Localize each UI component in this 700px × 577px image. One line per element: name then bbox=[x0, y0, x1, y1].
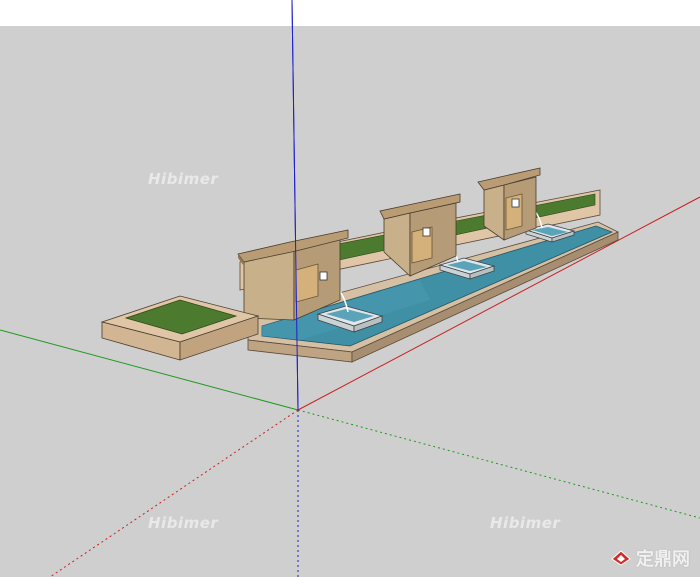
sky-band bbox=[0, 0, 700, 26]
brand-logo-icon bbox=[611, 550, 631, 566]
brand-text: 定鼎网 bbox=[636, 549, 690, 570]
brand-logo: 定鼎网 bbox=[610, 545, 690, 571]
watermark-3: Hibimer bbox=[490, 514, 561, 532]
model-viewport[interactable] bbox=[0, 0, 700, 577]
watermark-2: Hibimer bbox=[148, 514, 219, 532]
watermark-1: Hibimer bbox=[148, 170, 219, 188]
sketchup-viewport-window: Hibimer Hibimer Hibimer 定鼎网 bbox=[0, 0, 700, 577]
